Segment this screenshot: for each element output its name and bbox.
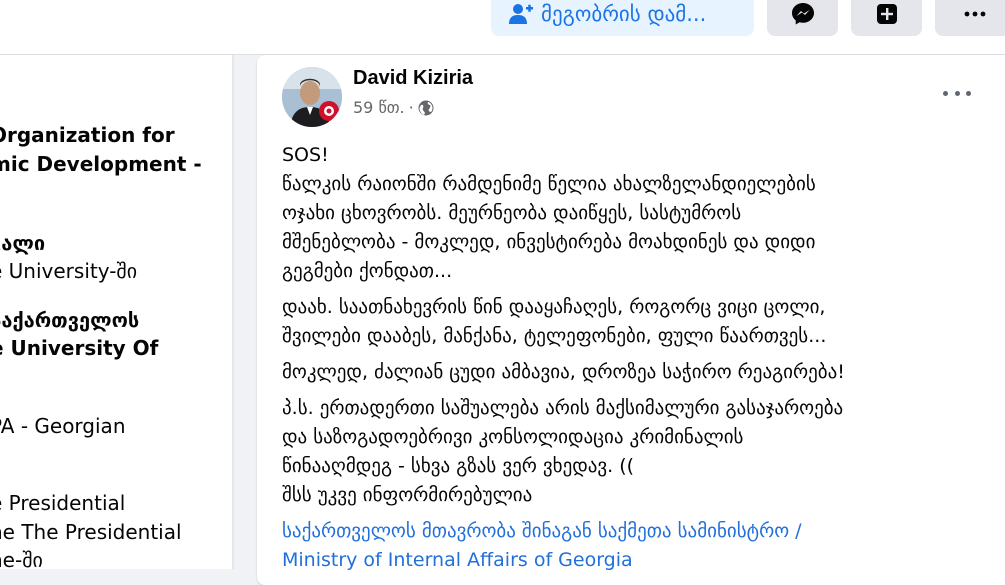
add-friend-button[interactable]: მეგობრის დამ... xyxy=(491,0,754,36)
author-name[interactable]: David Kiziria xyxy=(353,67,473,90)
tagged-page-link[interactable]: საქართველოს მთავრობა შინაგან საქმეთა სამ… xyxy=(282,517,982,575)
intro-line: s xyxy=(0,440,232,469)
plus-square-icon xyxy=(876,4,897,24)
post-paragraph: დაახ. საათნახევრის წინ დააყაჩაღეს, როგორ… xyxy=(282,296,827,347)
create-button[interactable] xyxy=(851,0,922,36)
post-card: David Kiziria 59 წთ. · SOS! წალკის რაიონ… xyxy=(257,55,1005,585)
messenger-icon xyxy=(791,3,814,25)
intro-line: e University Of xyxy=(0,336,159,360)
intro-line: e Presidential xyxy=(0,491,126,515)
post-time[interactable]: 59 წთ. xyxy=(353,98,405,117)
intro-line: he-ში xyxy=(0,548,43,569)
avatar[interactable] xyxy=(282,67,342,127)
intro-line: e University-ში xyxy=(0,259,138,283)
post-text: SOS! წალკის რაიონში რამდენიმე წელია ახალ… xyxy=(282,141,982,582)
intro-column: Organization for mic Development - ვალი … xyxy=(0,55,232,569)
more-dots-icon xyxy=(964,11,986,17)
top-bar: მეგობრის დამ... xyxy=(0,0,1005,55)
intro-line: Organization for xyxy=(0,123,175,147)
post-paragraph: SOS! წალკის რაიონში რამდენიმე წელია ახალ… xyxy=(282,144,816,282)
dot-icon xyxy=(954,90,960,96)
add-friend-icon xyxy=(509,4,533,24)
column-divider xyxy=(232,55,234,569)
post-meta: 59 წთ. · xyxy=(353,98,434,117)
messenger-button[interactable] xyxy=(767,0,838,36)
dot-icon xyxy=(943,90,948,96)
avatar-image xyxy=(282,67,342,127)
intro-line: he The Presidential xyxy=(0,520,182,544)
post-options-button[interactable] xyxy=(943,83,971,103)
meta-separator: · xyxy=(408,98,414,117)
intro-line: PA - Georgian xyxy=(0,414,126,438)
dot-icon xyxy=(966,90,971,96)
intro-line: mic Development - xyxy=(0,152,202,176)
add-friend-label: მეგობრის დამ... xyxy=(541,2,707,26)
post-paragraph: მოკლედ, ძალიან ცუდი ამბავია, დროზეა საჭი… xyxy=(282,361,845,383)
intro-line: ვალი xyxy=(0,231,46,255)
globe-icon xyxy=(418,100,434,115)
more-options-button[interactable] xyxy=(935,0,1005,36)
intro-line: საქართველოს xyxy=(0,308,140,332)
post-paragraph: პ.ს. ერთადერთი საშუალება არის მაქსიმალურ… xyxy=(282,397,844,506)
